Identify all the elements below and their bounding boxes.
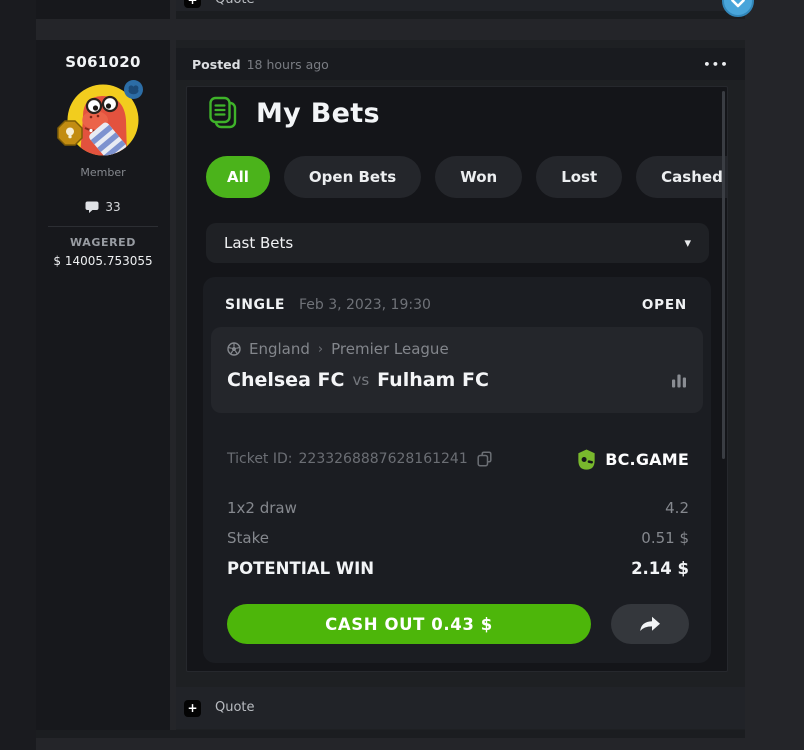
ticket-id-label: Ticket ID: <box>227 451 293 467</box>
page-left-gutter <box>0 0 36 750</box>
cash-out-button[interactable]: CASH OUT 0.43 $ <box>227 604 591 644</box>
avatar[interactable] <box>67 84 139 156</box>
tab-lost[interactable]: Lost <box>536 156 622 198</box>
my-bets-widget: My Bets All Open Bets Won Lost Cashed Ou… <box>186 86 728 672</box>
league-row: England › Premier League <box>227 340 687 358</box>
breadcrumb-separator-icon: › <box>318 342 323 357</box>
potential-win-label: POTENTIAL WIN <box>227 559 374 578</box>
ticket-id-value: 2233268887628161241 <box>299 451 468 467</box>
wagered-label: WAGERED <box>70 236 136 249</box>
soccer-ball-icon <box>227 342 241 356</box>
sidebar-divider <box>48 226 158 227</box>
tab-cashed-out[interactable]: Cashed Out <box>636 156 728 198</box>
bet-row-potential-win: POTENTIAL WIN 2.14 $ <box>227 553 689 583</box>
plus-icon[interactable]: + <box>184 700 201 717</box>
away-team: Fulham FC <box>377 369 489 391</box>
post-header-bar: Posted 18 hours ago ••• <box>176 48 745 80</box>
copy-ticket-button[interactable] <box>477 451 492 467</box>
bet-filter-tabs: All Open Bets Won Lost Cashed Out <box>206 156 728 198</box>
previous-post-quote-bar: + Quote <box>176 0 745 11</box>
bar-chart-icon <box>671 373 687 388</box>
widget-scrollbar[interactable] <box>722 91 725 459</box>
match-card[interactable]: England › Premier League Chelsea FC vs F… <box>211 327 703 413</box>
author-role: Member <box>80 166 125 179</box>
odds-value: 4.2 <box>665 499 689 517</box>
vs-label: vs <box>352 371 369 389</box>
match-league: Premier League <box>331 340 449 358</box>
post-author-panel: S061020 <box>36 40 170 730</box>
tab-open-bets[interactable]: Open Bets <box>284 156 421 198</box>
my-bets-header: My Bets <box>207 95 380 131</box>
bet-detail-rows: 1x2 draw 4.2 Stake 0.51 $ POTENTIAL WIN … <box>227 493 689 583</box>
previous-post-footer: + Quote <box>176 0 745 19</box>
brand-name: BC.GAME <box>605 450 689 469</box>
stake-value: 0.51 $ <box>641 529 689 547</box>
bet-card: SINGLE Feb 3, 2023, 19:30 OPEN Englan <box>203 277 711 663</box>
post-body: Posted 18 hours ago ••• My Bets All Open… <box>176 40 745 730</box>
odds-label: 1x2 draw <box>227 499 297 517</box>
bet-type: SINGLE <box>225 297 285 313</box>
stake-label: Stake <box>227 529 269 547</box>
bet-datetime: Feb 3, 2023, 19:30 <box>299 297 431 313</box>
comment-count-row: 33 <box>85 200 120 214</box>
share-arrow-icon <box>639 616 661 632</box>
comment-count: 33 <box>105 200 120 214</box>
bets-sort-dropdown[interactable]: Last Bets ▾ <box>206 223 709 263</box>
match-country: England <box>249 340 310 358</box>
avatar-level-badge-icon <box>124 80 143 99</box>
potential-win-value: 2.14 $ <box>631 559 689 578</box>
quote-button[interactable]: Quote <box>215 700 255 716</box>
bet-row-odds: 1x2 draw 4.2 <box>227 493 689 523</box>
widget-title: My Bets <box>256 98 380 129</box>
dropdown-selected-value: Last Bets <box>224 234 293 252</box>
posted-label: Posted <box>192 57 241 72</box>
achievement-badge-icon <box>57 120 83 146</box>
chevron-down-icon <box>731 0 745 8</box>
copy-icon <box>477 451 492 467</box>
more-options-icon[interactable]: ••• <box>703 58 729 71</box>
home-team: Chelsea FC <box>227 369 344 391</box>
bcgame-logo-icon <box>575 448 598 471</box>
plus-icon[interactable]: + <box>184 0 201 8</box>
bet-card-header: SINGLE Feb 3, 2023, 19:30 OPEN <box>203 287 711 323</box>
author-username[interactable]: S061020 <box>65 53 141 71</box>
share-button[interactable] <box>611 604 689 644</box>
posted-time: 18 hours ago <box>247 57 329 72</box>
match-stats-button[interactable] <box>671 373 687 388</box>
chevron-down-icon: ▾ <box>684 236 691 251</box>
bet-row-stake: Stake 0.51 $ <box>227 523 689 553</box>
post-quote-bar: + Quote <box>176 687 745 729</box>
post-bottom-strip <box>36 730 745 738</box>
wagered-value: $ 14005.753055 <box>53 254 152 268</box>
quote-button[interactable]: Quote <box>215 0 255 8</box>
bets-document-icon <box>207 95 239 131</box>
speech-bubble-icon <box>85 201 99 214</box>
ticket-row: Ticket ID: 2233268887628161241 BC.GAME <box>227 445 689 473</box>
tab-all[interactable]: All <box>206 156 270 198</box>
brand-logo: BC.GAME <box>575 448 689 471</box>
tab-won[interactable]: Won <box>435 156 522 198</box>
bet-status-badge: OPEN <box>642 297 687 313</box>
teams-row: Chelsea FC vs Fulham FC <box>227 369 687 391</box>
previous-post-user-panel <box>36 0 170 19</box>
bet-actions: CASH OUT 0.43 $ <box>227 604 689 644</box>
